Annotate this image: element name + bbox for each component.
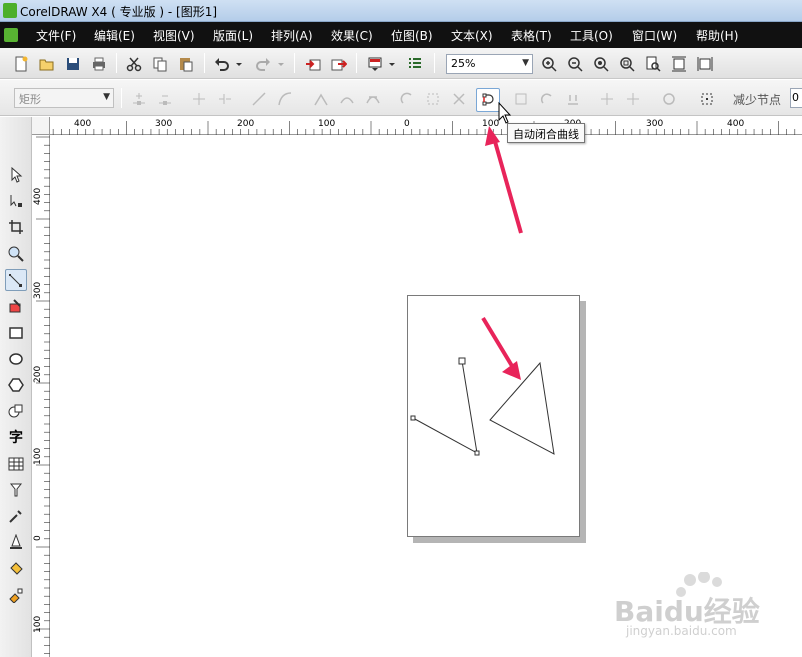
curve-node[interactable] [410, 415, 416, 421]
watermark-url: jingyan.baidu.com [626, 624, 737, 638]
tooltip: 自动闭合曲线 [507, 123, 585, 143]
mouse-cursor-icon [498, 101, 512, 124]
annotation-arrow [492, 137, 523, 234]
baidu-watermark: Baidu经验 jingyan.baidu.com [612, 571, 792, 647]
open-curve[interactable] [412, 360, 478, 454]
closed-triangle[interactable] [489, 361, 555, 455]
annotation-arrow [481, 316, 514, 368]
annotation-arrowhead [485, 126, 500, 146]
curve-start-node[interactable] [458, 357, 466, 365]
curve-node[interactable] [474, 450, 480, 456]
drawing-overlay [410, 101, 555, 456]
